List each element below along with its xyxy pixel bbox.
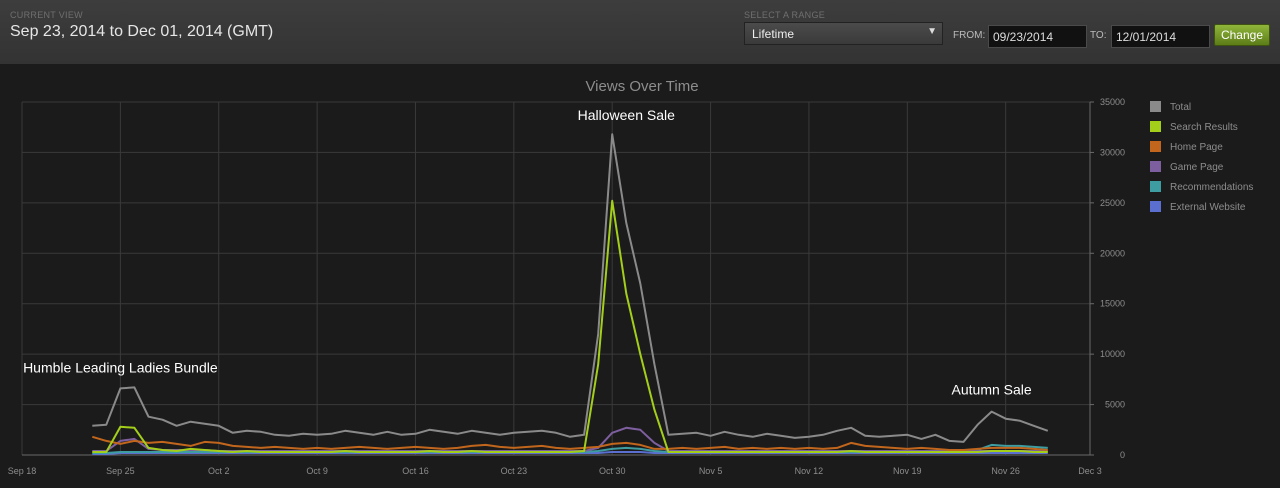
x-tick-label: Nov 12	[795, 466, 824, 476]
legend-label: Home Page	[1170, 142, 1223, 153]
current-view-value: Sep 23, 2014 to Dec 01, 2014 (GMT)	[10, 23, 274, 40]
legend-swatch	[1150, 101, 1161, 112]
legend-swatch	[1150, 201, 1161, 212]
from-label: FROM:	[953, 30, 986, 41]
x-tick-label: Oct 2	[208, 466, 230, 476]
legend-swatch	[1150, 181, 1161, 192]
chart-title: Views Over Time	[585, 78, 698, 95]
x-tick-label: Sep 18	[8, 466, 37, 476]
legend-label: Recommendations	[1170, 182, 1253, 193]
y-tick-label: 30000	[1100, 147, 1125, 157]
dropdown-arrow-icon: ▼	[927, 26, 937, 37]
x-tick-label: Sep 25	[106, 466, 135, 476]
legend-label: Search Results	[1170, 122, 1238, 133]
x-tick-label: Nov 19	[893, 466, 922, 476]
from-date-input[interactable]: 09/23/2014	[988, 25, 1087, 48]
x-tick-label: Nov 5	[699, 466, 723, 476]
chart-annotation: Humble Leading Ladies Bundle	[23, 359, 218, 375]
x-tick-label: Nov 26	[991, 466, 1020, 476]
y-tick-label: 5000	[1105, 400, 1125, 410]
legend-label: Game Page	[1170, 162, 1224, 173]
series-line-search-results	[92, 199, 1048, 453]
current-view-label: CURRENT VIEW	[10, 10, 83, 20]
views-chart: Views Over Time Sep 18 Sep 25 Oct 2 Oct 9 Oct…	[8, 78, 1254, 476]
series-line-total	[92, 133, 1049, 443]
x-tick-label: Oct 23	[501, 466, 528, 476]
y-tick-label: 0	[1120, 450, 1125, 460]
x-tick-label: Oct 9	[306, 466, 328, 476]
legend-swatch	[1150, 141, 1161, 152]
y-tick-label: 10000	[1100, 349, 1125, 359]
legend-label: External Website	[1170, 202, 1246, 213]
x-tick-label: Oct 30	[599, 466, 626, 476]
legend-label: Total	[1170, 102, 1191, 113]
header-bar: CURRENT VIEW Sep 23, 2014 to Dec 01, 201…	[0, 0, 1280, 64]
range-selected-value: Lifetime	[752, 27, 795, 41]
x-tick-label: Oct 16	[402, 466, 429, 476]
to-label: TO:	[1090, 30, 1107, 41]
to-date-input[interactable]: 12/01/2014	[1111, 25, 1210, 48]
y-tick-label: 15000	[1100, 299, 1125, 309]
legend-swatch	[1150, 121, 1161, 132]
chart-annotation: Halloween Sale	[578, 107, 675, 123]
y-tick-label: 25000	[1100, 198, 1125, 208]
y-tick-label: 35000	[1100, 97, 1125, 107]
y-tick-label: 20000	[1100, 248, 1125, 258]
x-tick-label: Dec 3	[1078, 466, 1102, 476]
series-line-game-page	[92, 426, 1048, 452]
legend-swatch	[1150, 161, 1161, 172]
chart-annotation: Autumn Sale	[952, 381, 1032, 397]
range-label: SELECT A RANGE	[744, 10, 826, 20]
series-line-home-page	[92, 435, 1048, 451]
range-select[interactable]: Lifetime ▼	[744, 22, 943, 45]
change-button[interactable]: Change	[1214, 24, 1270, 46]
